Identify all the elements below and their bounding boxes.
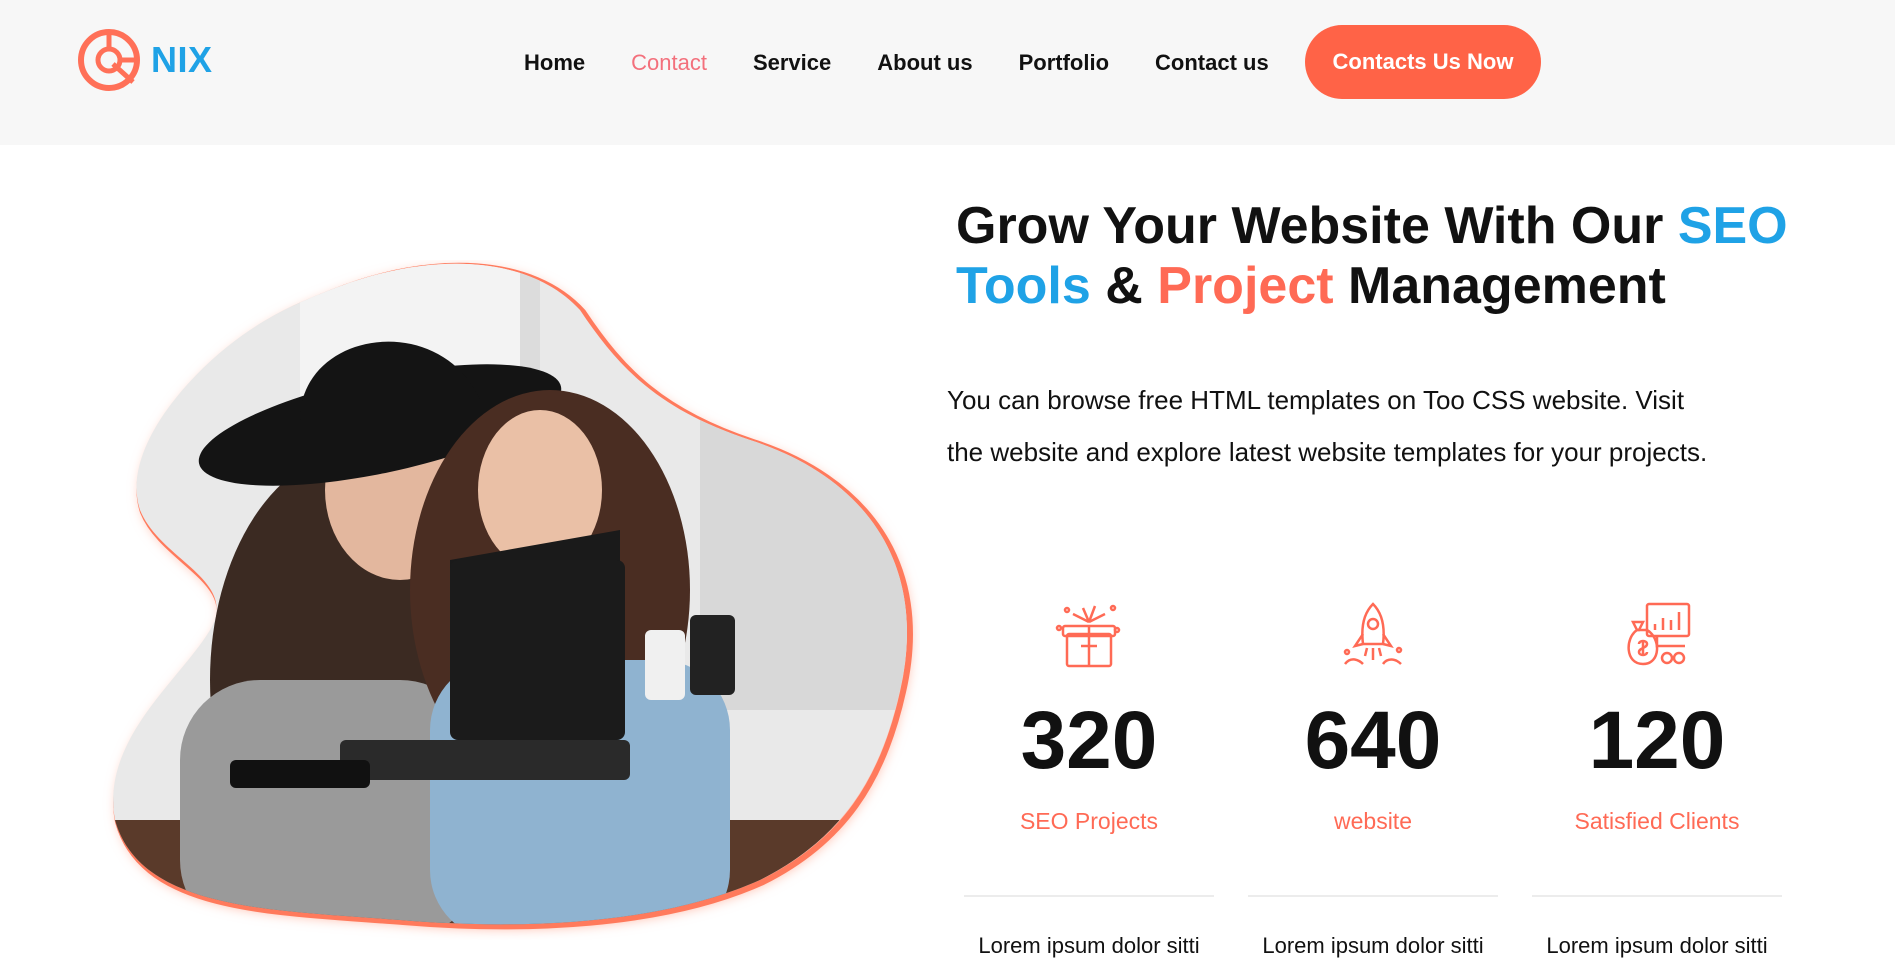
rocket-icon [1248,600,1498,674]
hero-image [100,260,920,945]
logo[interactable]: NIX [75,24,213,96]
hero-heading: Grow Your Website With Our SEO Tools & Pr… [956,196,1836,316]
stat-value: 640 [1304,695,1442,786]
nav-service[interactable]: Service [753,48,831,78]
heading-tools: Tools [956,257,1091,315]
heading-management: Management [1333,257,1666,315]
stat-label: Satisfied Clients [1574,808,1740,834]
logo-text: NIX [151,39,213,80]
main-nav: Home Contact Service About us Portfolio … [524,48,1315,78]
heading-project: Project [1157,257,1334,315]
heading-amp: & [1090,257,1158,315]
nav-home[interactable]: Home [524,48,585,78]
stat-text: Lorem ipsum dolor sitti [1546,933,1768,958]
nav-contact[interactable]: Contact [631,48,707,78]
nav-about-us[interactable]: About us [877,48,972,78]
heading-seo: SEO [1677,197,1788,255]
stat-value: 120 [1588,695,1726,786]
nav-portfolio[interactable]: Portfolio [1019,48,1109,78]
logo-icon [78,29,140,91]
stat-value: 320 [1020,695,1158,786]
divider [964,895,1214,897]
stat-satisfied-clients: 120 Satisfied Clients Lorem ipsum dolor … [1532,600,1782,959]
divider [1532,895,1782,897]
stat-seo-projects: 320 SEO Projects Lorem ipsum dolor sitti [964,600,1214,959]
stat-label: website [1334,808,1412,834]
divider [1248,895,1498,897]
stat-label: SEO Projects [1019,808,1159,834]
heading-part-1: Grow Your Website With Our [956,197,1678,255]
gift-box-icon [964,600,1214,674]
stat-text: Lorem ipsum dolor sitti [1262,933,1484,958]
hero-description: You can browse free HTML templates on To… [947,385,1708,467]
nav-contact-us[interactable]: Contact us [1155,48,1269,78]
site-header: NIX Home Contact Service About us Portfo… [0,0,1895,145]
stat-website: 640 website Lorem ipsum dolor sitti [1248,600,1498,959]
stat-text: Lorem ipsum dolor sitti [978,933,1200,958]
money-chart-icon [1532,600,1782,674]
contacts-us-now-button[interactable]: Contacts Us Now [1305,25,1541,99]
